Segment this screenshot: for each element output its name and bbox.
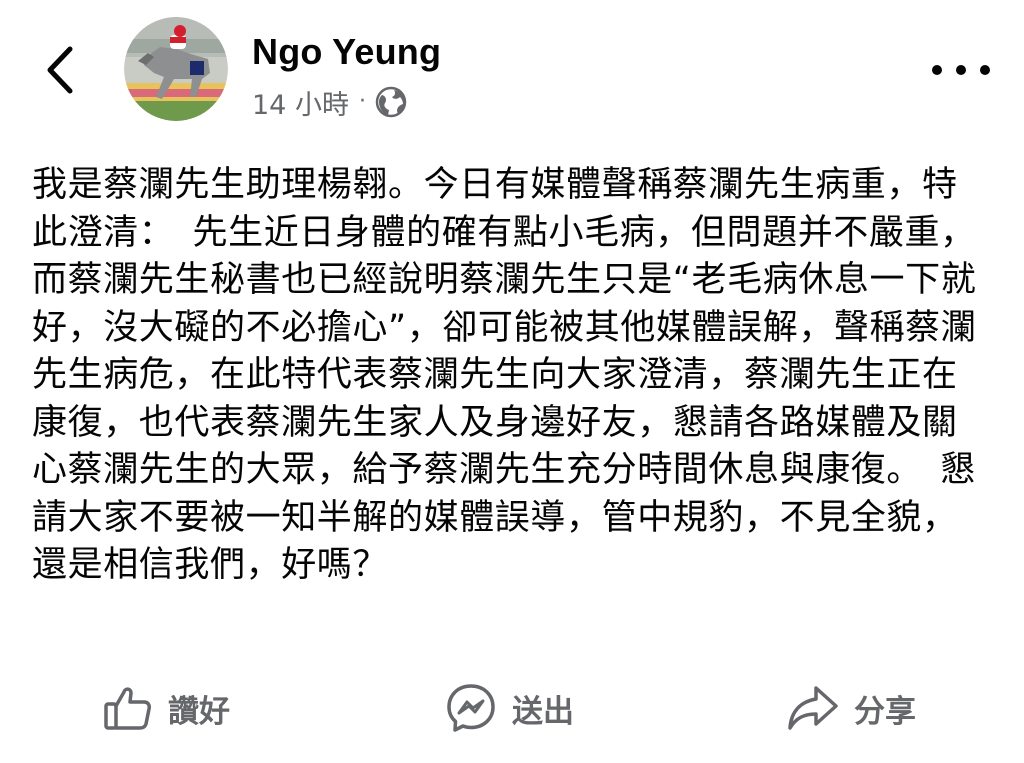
post-action-bar: 讚好 送出 分享 <box>0 672 1024 744</box>
send-label: 送出 <box>512 693 574 730</box>
avatar[interactable] <box>124 17 228 121</box>
like-button[interactable]: 讚好 <box>102 672 230 744</box>
more-dot <box>980 65 990 75</box>
messenger-icon <box>447 684 495 732</box>
post-meta: 14 小時 · <box>252 82 407 122</box>
share-label: 分享 <box>854 693 916 730</box>
avatar-image <box>124 17 228 121</box>
like-label: 讚好 <box>168 693 230 730</box>
share-arrow-icon <box>788 686 838 730</box>
share-button[interactable]: 分享 <box>786 672 916 744</box>
more-options-button[interactable] <box>932 50 990 90</box>
post-text: 我是蔡瀾先生助理楊翱。今日有媒體聲稱蔡瀾先生病重，特此澄清： 先生近日身體的確有… <box>32 165 977 585</box>
more-dot <box>932 65 942 75</box>
back-button[interactable] <box>38 40 82 100</box>
send-button[interactable]: 送出 <box>444 672 574 744</box>
globe-icon <box>375 86 407 118</box>
author-name[interactable]: Ngo Yeung <box>252 30 441 74</box>
chevron-left-icon <box>47 46 73 94</box>
post-timestamp[interactable]: 14 小時 <box>252 83 349 122</box>
more-dot <box>956 65 966 75</box>
thumbs-up-icon <box>104 687 151 730</box>
meta-separator: · <box>358 89 366 114</box>
